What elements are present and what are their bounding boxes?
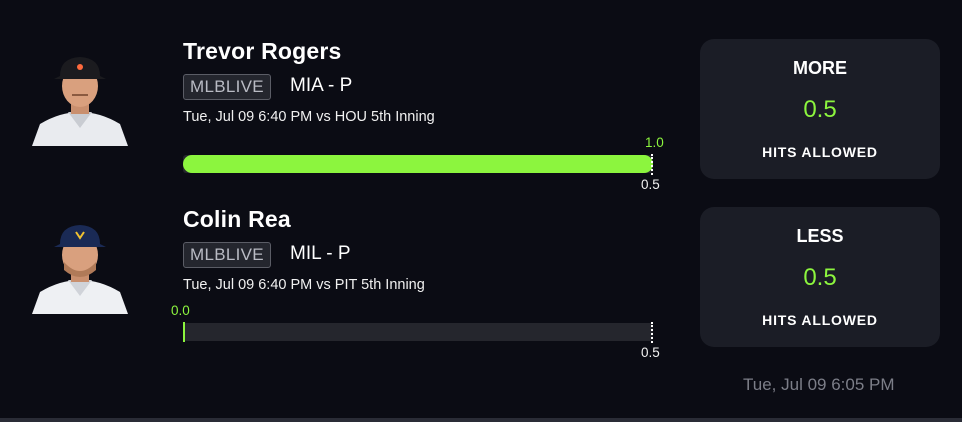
pick-direction: LESS: [796, 226, 844, 246]
line-value-label: 0.5: [641, 345, 660, 360]
pick-card-less[interactable]: LESS 0.5 HITS ALLOWED: [700, 207, 940, 347]
progress-track: [183, 155, 653, 173]
line-value-label: 0.5: [641, 177, 660, 192]
pick-direction: MORE: [793, 58, 847, 78]
team-position: MIL - P: [290, 243, 351, 264]
current-value-tick: [183, 322, 185, 342]
player-name: Colin Rea: [183, 206, 291, 232]
game-info: Tue, Jul 09 6:40 PM vs HOU 5th Inning: [183, 109, 435, 125]
pick-stat-type: HITS ALLOWED: [762, 144, 878, 160]
pick-card-more[interactable]: MORE 0.5 HITS ALLOWED: [700, 39, 940, 179]
bottom-divider: [0, 418, 962, 422]
player-row-colin-rea: Colin Rea MLBLIVE MIL - P Tue, Jul 09 6:…: [0, 204, 690, 374]
league-badge: MLBLIVE: [183, 74, 271, 100]
pick-stat-type: HITS ALLOWED: [762, 312, 878, 328]
league-badge: MLBLIVE: [183, 242, 271, 268]
progress-fill: [183, 155, 653, 173]
pick-line-value: 0.5: [803, 264, 837, 291]
line-marker: [651, 322, 653, 343]
player-headshot-avatar: [30, 46, 130, 146]
player-row-trevor-rogers: Trevor Rogers MLBLIVE MIA - P Tue, Jul 0…: [0, 36, 690, 206]
player-headshot-avatar: [30, 214, 130, 314]
team-position: MIA - P: [290, 75, 353, 96]
current-value-label: 0.0: [171, 303, 190, 318]
pick-line-value: 0.5: [803, 96, 837, 123]
line-marker: [651, 154, 653, 175]
entry-timestamp: Tue, Jul 09 6:05 PM: [743, 375, 895, 394]
current-value-label: 1.0: [645, 135, 664, 150]
game-info: Tue, Jul 09 6:40 PM vs PIT 5th Inning: [183, 277, 425, 293]
progress-track: [183, 323, 653, 341]
player-name: Trevor Rogers: [183, 38, 342, 64]
